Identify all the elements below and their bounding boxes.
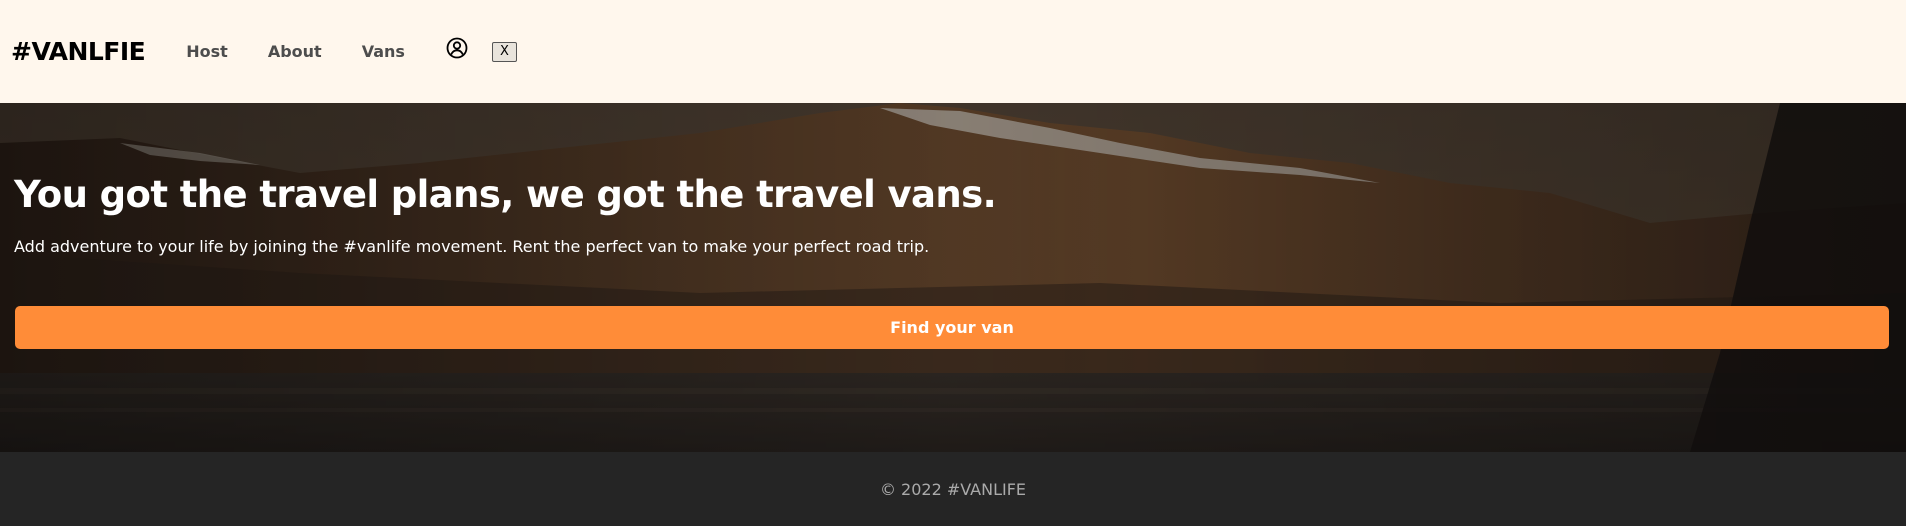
logout-button[interactable]: X <box>491 41 517 62</box>
hero-title: You got the travel plans, we got the tra… <box>14 173 997 216</box>
main-nav: Host About Vans X <box>186 37 517 62</box>
hero-background-image <box>0 103 1906 452</box>
footer-copyright: © 2022 #VANLIFE <box>879 479 1027 499</box>
site-logo[interactable]: #VANLFIE <box>11 37 146 66</box>
nav-link-host[interactable]: Host <box>186 42 228 61</box>
site-footer: © 2022 #VANLIFE <box>0 452 1906 526</box>
hero-subtitle: Add adventure to your life by joining th… <box>14 237 930 256</box>
hero-section: You got the travel plans, we got the tra… <box>0 103 1906 452</box>
nav-link-about[interactable]: About <box>268 42 322 61</box>
nav-link-vans[interactable]: Vans <box>362 42 405 61</box>
hero-content: You got the travel plans, we got the tra… <box>14 173 997 256</box>
user-circle-icon[interactable] <box>445 36 469 60</box>
site-header: #VANLFIE Host About Vans X <box>0 0 1906 103</box>
find-your-van-button[interactable]: Find your van <box>15 306 1889 349</box>
